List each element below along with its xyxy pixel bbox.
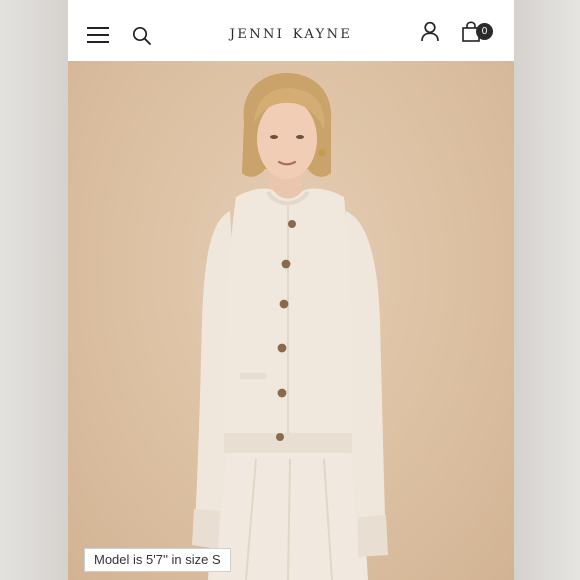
brand-logo[interactable]: Jenni Kayne [68, 21, 514, 43]
account-icon[interactable] [420, 21, 440, 42]
right-background [514, 0, 580, 580]
model-size-caption: Model is 5'7'' in size S [84, 548, 231, 572]
left-background [0, 0, 68, 580]
model-illustration [192, 73, 388, 580]
cart-count-badge[interactable]: 0 [476, 23, 493, 40]
site-header: Jenni Kayne 0 [68, 0, 514, 61]
phone-screen: Jenni Kayne 0 [68, 0, 514, 580]
product-hero-image: Model is 5'7'' in size S [68, 61, 514, 580]
earring [318, 149, 326, 157]
cardigan-pocket [240, 373, 266, 379]
model-face [257, 99, 317, 179]
